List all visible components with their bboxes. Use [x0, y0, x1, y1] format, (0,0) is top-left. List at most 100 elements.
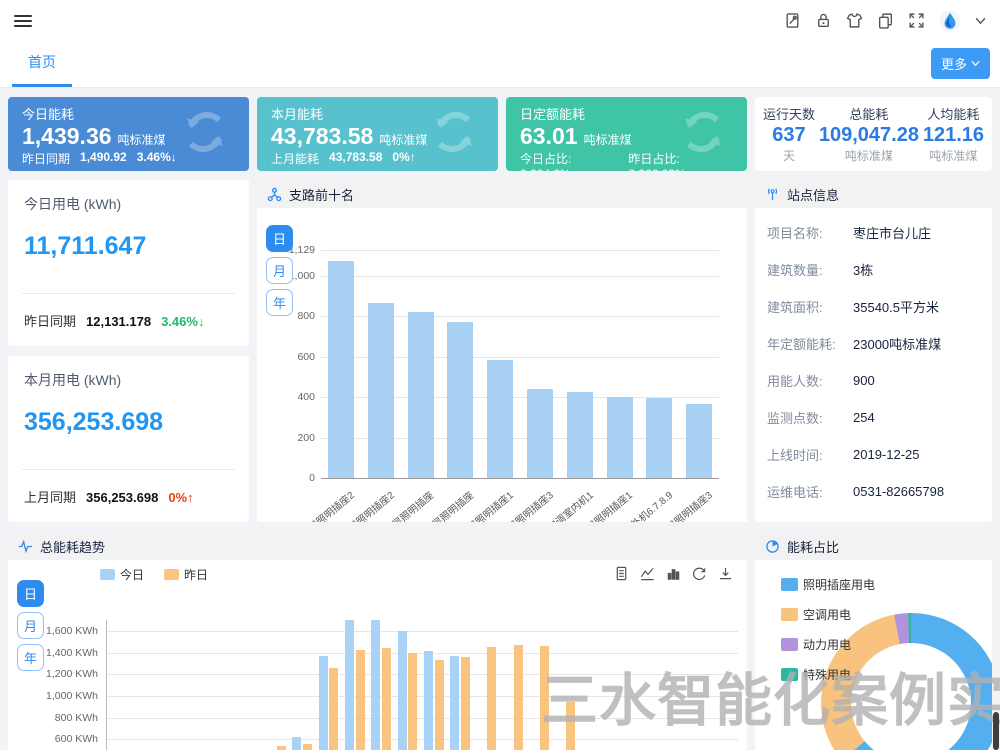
- chart-toolbox: [614, 566, 733, 581]
- refresh-arrows-icon: [428, 106, 480, 158]
- branch-period-月[interactable]: 月: [266, 257, 293, 284]
- stat-running-days: 运行天数637天: [763, 104, 815, 164]
- data-view-icon[interactable]: [614, 566, 629, 581]
- legend-item-照明插座用电[interactable]: 照明插座用电: [781, 576, 875, 593]
- trend-bar-today: [450, 656, 459, 750]
- copy-icon[interactable]: [877, 12, 894, 29]
- site-row-value: 0531-82665798: [853, 484, 944, 499]
- trend-bar-yesterday: [514, 645, 523, 750]
- gridline: [106, 696, 738, 697]
- chevron-down-icon[interactable]: [975, 17, 986, 25]
- site-info-rows: 项目名称:枣庄市台儿庄建筑数量:3栋建筑面积:35540.5平方米年定额能耗:2…: [755, 208, 992, 510]
- trend-bar-yesterday: [382, 648, 391, 750]
- site-row-label: 建筑数量:: [767, 260, 853, 279]
- site-info-row: 建筑面积:35540.5平方米: [755, 288, 992, 325]
- divider: [22, 293, 235, 294]
- stat-total-energy: 总能耗109,047.28吨标准煤: [819, 104, 919, 164]
- maintenance-icon[interactable]: [784, 12, 801, 29]
- bar-chart-icon[interactable]: [666, 566, 681, 581]
- branch-bar: [328, 261, 354, 478]
- site-info-row: 上线时间:2019-12-25: [755, 436, 992, 473]
- branch-period-年[interactable]: 年: [266, 289, 293, 316]
- restore-icon[interactable]: [692, 566, 707, 581]
- panel-energy-ratio: 能耗占比 照明插座用电空调用电动力用电特殊用电: [755, 532, 992, 750]
- gridline: [321, 250, 719, 251]
- scrollbar-thumb[interactable]: [993, 712, 999, 750]
- branch-top10-chart: 02004006008001,0001,1291层照明插座23层照明插座21层照…: [257, 208, 747, 522]
- legend-label: 昨日: [184, 566, 208, 583]
- card-value: 1,439.36: [22, 123, 112, 150]
- gridline: [106, 739, 738, 740]
- site-row-label: 建筑面积:: [767, 297, 853, 316]
- panel-header: 站点信息: [755, 180, 992, 208]
- site-info-row: 项目名称:枣庄市台儿庄: [755, 214, 992, 251]
- card-unit: 吨标准煤: [118, 131, 166, 148]
- legend-label: 今日: [120, 566, 144, 583]
- legend-swatch: [781, 578, 798, 591]
- legend-swatch: [781, 608, 798, 621]
- gridline: [106, 631, 738, 632]
- more-button[interactable]: 更多: [931, 48, 990, 79]
- y-axis-tick: 0: [257, 472, 315, 484]
- panel-month-electricity: 本月用电 (kWh) 356,253.698 上月同期356,253.6980%…: [8, 356, 249, 522]
- legend-label: 特殊用电: [803, 666, 851, 683]
- menu-toggle-icon[interactable]: [14, 12, 32, 30]
- panel-branch-top10: 支路前十名 日月年 02004006008001,0001,1291层照明插座2…: [257, 180, 747, 522]
- legend-swatch: [164, 569, 179, 580]
- fullscreen-icon[interactable]: [908, 12, 925, 29]
- gridline: [321, 276, 719, 277]
- download-icon[interactable]: [718, 566, 733, 581]
- x-axis-label: 1层照明插座2: [300, 487, 356, 522]
- lock-icon[interactable]: [815, 12, 832, 29]
- trend-bar-yesterday: [435, 660, 444, 750]
- trend-bar-yesterday: [487, 647, 496, 750]
- tab-home[interactable]: 首页: [12, 52, 72, 87]
- y-axis-tick: 1,000 KWh: [8, 690, 98, 702]
- site-row-value: 2019-12-25: [853, 447, 920, 462]
- card-month-energy: 本月能耗 43,783.58吨标准煤 上月能耗43,783.580%↑: [257, 97, 498, 171]
- card-value: 43,783.58: [271, 123, 373, 150]
- branch-period-日[interactable]: 日: [266, 225, 293, 252]
- legend-item-空调用电[interactable]: 空调用电: [781, 606, 875, 623]
- card-unit: 吨标准煤: [584, 131, 632, 148]
- legend-item-今日[interactable]: 今日: [100, 566, 144, 583]
- site-row-value: 枣庄市台儿庄: [853, 223, 931, 242]
- site-info-row: 建筑数量:3栋: [755, 251, 992, 288]
- trend-period-日[interactable]: 日: [17, 580, 44, 607]
- logo-waterdrop[interactable]: [939, 10, 961, 32]
- legend-item-动力用电[interactable]: 动力用电: [781, 636, 875, 653]
- legend-swatch: [100, 569, 115, 580]
- trend-bar-yesterday: [303, 744, 312, 750]
- panel-header: 能耗占比: [755, 532, 992, 560]
- theme-icon[interactable]: [846, 12, 863, 29]
- branch-bar: [646, 398, 672, 478]
- branch-bar: [447, 322, 473, 478]
- legend-item-特殊用电[interactable]: 特殊用电: [781, 666, 875, 683]
- trend-period-月[interactable]: 月: [17, 612, 44, 639]
- line-chart-icon[interactable]: [640, 566, 655, 581]
- card-today-energy: 今日能耗 1,439.36吨标准煤 昨日同期1,490.923.46%↓: [8, 97, 249, 171]
- trend-bar-today: [292, 737, 301, 750]
- site-row-value: 254: [853, 410, 875, 425]
- trend-bar-today: [319, 656, 328, 750]
- site-info-row: 监测点数:254: [755, 399, 992, 436]
- summary-stats-card: 运行天数637天 总能耗109,047.28吨标准煤 人均能耗121.16吨标准…: [755, 97, 992, 171]
- y-axis-tick: 600: [257, 351, 315, 363]
- trend-period-年[interactable]: 年: [17, 644, 44, 671]
- y-axis-tick: 600 KWh: [8, 733, 98, 745]
- branch-bar: [408, 312, 434, 478]
- divider: [22, 469, 235, 470]
- trend-bar-yesterday: [329, 668, 338, 750]
- site-info-row: 用能人数:900: [755, 362, 992, 399]
- branch-icon: [267, 187, 282, 202]
- kpi-cards-row: 今日能耗 1,439.36吨标准煤 昨日同期1,490.923.46%↓ 本月能…: [8, 97, 992, 171]
- site-row-label: 用能人数:: [767, 371, 853, 390]
- site-info-row: 年定额能耗:23000吨标准煤: [755, 325, 992, 362]
- trend-bar-yesterday: [540, 646, 549, 750]
- y-axis-tick: 200: [257, 432, 315, 444]
- tabbar: 首页 更多: [0, 41, 1000, 88]
- legend-item-昨日[interactable]: 昨日: [164, 566, 208, 583]
- refresh-arrows-icon: [179, 106, 231, 158]
- branch-bar: [368, 303, 394, 478]
- gridline: [106, 718, 738, 719]
